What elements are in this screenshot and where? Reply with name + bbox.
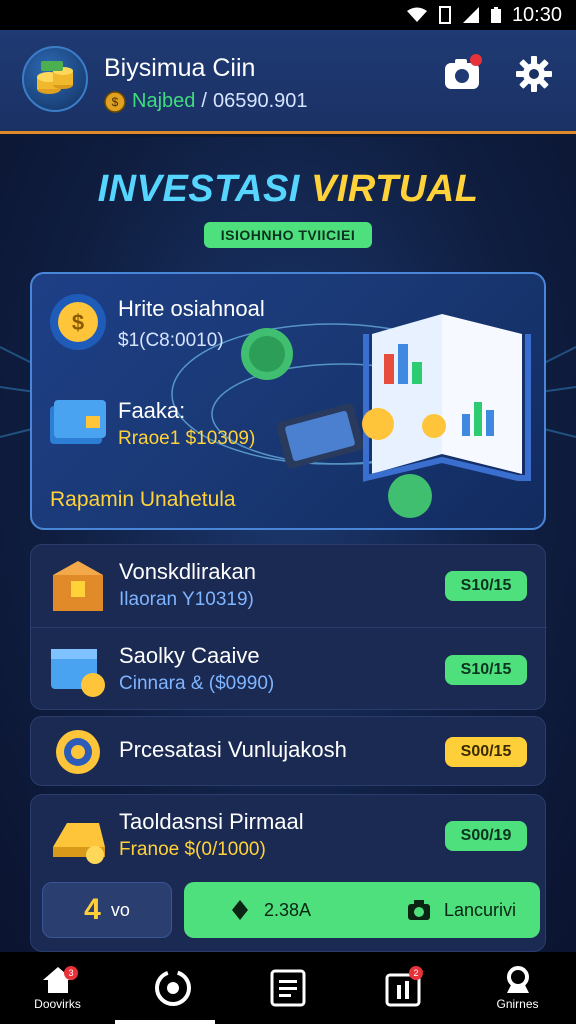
- row-status-pill[interactable]: S10/15: [445, 655, 527, 685]
- invest-action-button[interactable]: 2.38A Lancurivi: [184, 882, 540, 938]
- row-subtitle: Ilaoran Y10319): [119, 589, 254, 610]
- nav-home[interactable]: 3 Doovirks: [0, 952, 115, 1024]
- row-status-pill[interactable]: S00/19: [445, 821, 527, 851]
- battery-icon: [490, 7, 501, 23]
- row-title: Vonskdlirakan: [119, 559, 256, 584]
- wifi-icon: [406, 7, 427, 22]
- signal-icon: [462, 7, 479, 23]
- action-label: Lancurivi: [443, 899, 516, 920]
- nav-settings[interactable]: Gnirnes: [460, 952, 575, 1024]
- row-status-pill[interactable]: S00/15: [445, 737, 527, 767]
- nav-list[interactable]: [230, 952, 345, 1024]
- vibrate-icon: [438, 6, 451, 24]
- action-amount: 2.38A: [264, 899, 312, 920]
- gear-icon: [516, 56, 552, 92]
- notification-dot: [470, 54, 482, 66]
- hero-item2-label: Faaka:: [118, 398, 186, 423]
- settings-button[interactable]: [512, 52, 556, 96]
- camera-button[interactable]: [440, 52, 484, 96]
- refresh-icon: [154, 970, 191, 1006]
- nav-report[interactable]: 2: [345, 952, 460, 1024]
- gear-coin-icon: [49, 723, 107, 781]
- app-title: Biysimua Ciin: [104, 54, 256, 82]
- coin-badge-icon: $: [104, 90, 126, 113]
- savings-icon: [47, 639, 109, 701]
- camera-gear-icon: [407, 900, 430, 920]
- title-part-2: VIRTUAL: [310, 168, 479, 210]
- app-header: Biysimua Ciin $ Najbed / 06590.901: [0, 30, 576, 134]
- investment-card-group: Vonskdlirakan Ilaoran Y10319) S10/15 Sao…: [30, 544, 547, 710]
- title-tag: ISIOHNHO TVIICIEI: [204, 222, 372, 248]
- nav-badge: 2: [409, 966, 423, 980]
- svg-text:$: $: [72, 310, 84, 335]
- bottom-navigation: 3 Doovirks 2 Gnirnes: [0, 952, 576, 1024]
- coins-icon: [37, 61, 73, 94]
- avatar[interactable]: [22, 46, 88, 112]
- cash-stack-icon: [46, 390, 110, 454]
- leaf-icon: [232, 900, 248, 920]
- row-subtitle: Cinnara & ($0990): [119, 673, 275, 694]
- nav-label: Gnirnes: [496, 997, 539, 1011]
- hero-footer: Rapamin Unahetula: [50, 488, 236, 511]
- row-title: Prcesatasi Vunlujakosh: [119, 737, 347, 762]
- status-time: 10:30: [511, 3, 562, 26]
- title-part-1: INVESTASI: [97, 168, 300, 210]
- nav-badge: 3: [64, 966, 78, 980]
- hero-card[interactable]: $ Hrite osiahnoal $1(C8:0010) Faaka: Rra…: [30, 272, 546, 530]
- active-tab-indicator: [115, 1020, 215, 1024]
- row-status-pill[interactable]: S10/15: [445, 571, 527, 601]
- money-coin-icon: $: [46, 290, 110, 354]
- page-title: INVESTASI VIRTUAL: [0, 168, 576, 211]
- hero-item2-value: Rraoe1 $10309): [118, 428, 256, 449]
- quantity-button[interactable]: 4 vo: [42, 882, 172, 938]
- amount-part: 2.38A: [228, 898, 311, 922]
- hero-item1-label: Hrite osiahnoal: [118, 296, 265, 321]
- account-subline: $ Najbed / 06590.901: [104, 90, 308, 113]
- box-icon: [47, 555, 109, 617]
- nav-refresh[interactable]: [115, 952, 230, 1024]
- row-subtitle: Franoe $(0/1000): [119, 839, 266, 860]
- svg-text:$: $: [112, 95, 119, 109]
- row-divider: [31, 627, 547, 628]
- row-title: Saolky Caaive: [119, 643, 260, 668]
- quantity-label: vo: [110, 899, 130, 920]
- launch-part: Lancurivi: [406, 898, 516, 922]
- row-title: Taoldasnsi Pirmaal: [119, 809, 304, 834]
- investment-card[interactable]: Prcesatasi Vunlujakosh S00/15: [30, 716, 546, 786]
- quantity-number: 4: [84, 893, 101, 926]
- status-bar: 10:30: [0, 0, 576, 30]
- account-balance: 06590.901: [212, 90, 308, 112]
- nav-label: Doovirks: [34, 997, 81, 1011]
- gold-bars-icon: [47, 803, 109, 865]
- separator: /: [201, 90, 207, 112]
- account-badge: Najbed: [132, 90, 196, 112]
- settings-icon: [506, 966, 529, 993]
- hero-item1-value: $1(C8:0010): [118, 330, 224, 351]
- list-icon: [270, 969, 305, 1007]
